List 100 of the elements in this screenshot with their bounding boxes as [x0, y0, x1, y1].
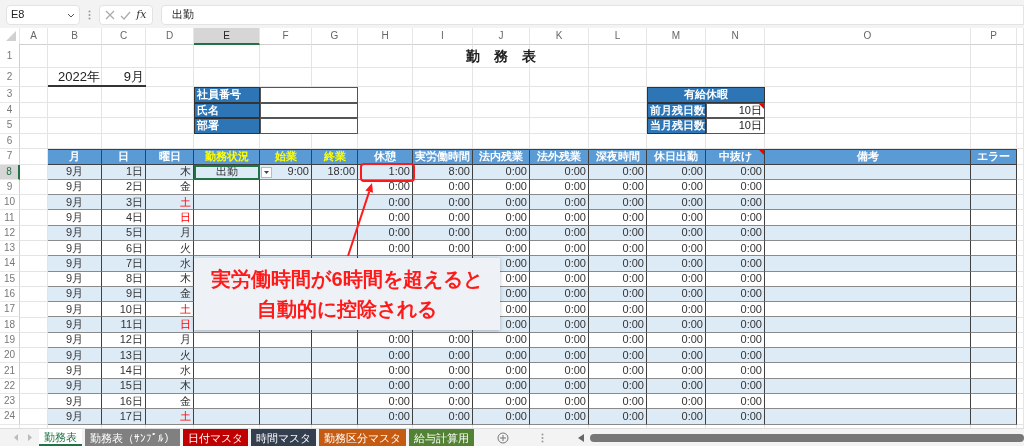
table-cell: 0:00 [706, 195, 765, 211]
table-cell: 日 [146, 317, 194, 333]
table-cell: 0:00 [530, 210, 589, 226]
scroll-right-icon[interactable] [27, 434, 32, 441]
table-cell: 0:00 [473, 210, 530, 226]
row-header[interactable]: 24 [0, 409, 20, 425]
row-header[interactable]: 2 [0, 68, 20, 87]
table-cell: 0:00 [530, 348, 589, 364]
sheet-tab[interactable]: 勤務表 [39, 429, 82, 446]
cancel-icon[interactable] [105, 10, 116, 20]
month-cell: 9月 [102, 68, 146, 87]
dropdown-button[interactable] [261, 166, 272, 178]
table-cell: 0:00 [647, 195, 706, 211]
table-cell: 土 [146, 195, 194, 211]
scroll-left-icon[interactable] [578, 433, 584, 442]
table-cell: 0:00 [530, 409, 589, 425]
table-cell: 0:00 [589, 195, 647, 211]
add-sheet-icon[interactable] [497, 431, 509, 444]
drag-handle-icon [88, 10, 91, 20]
table-cell: 0:00 [706, 363, 765, 379]
table-cell [312, 348, 358, 364]
select-all-icon[interactable] [6, 31, 16, 41]
table-cell [971, 195, 1017, 211]
table-cell: 0:00 [530, 317, 589, 333]
table-cell [312, 363, 358, 379]
table-cell: 0:00 [589, 409, 647, 425]
sheet-tab[interactable]: 時間マスタ [251, 429, 316, 446]
table-cell: 14日 [102, 363, 146, 379]
column-heading: 法内残業 [473, 149, 530, 165]
table-cell: 3日 [102, 195, 146, 211]
row-header[interactable]: 7 [0, 149, 20, 165]
table-cell: 0:00 [706, 348, 765, 364]
table-cell: 土 [146, 302, 194, 318]
table-cell: 11日 [102, 317, 146, 333]
table-cell [971, 302, 1017, 318]
check-icon[interactable] [120, 10, 132, 20]
drag-handle-icon[interactable] [541, 432, 544, 443]
table-cell: 0:00 [413, 409, 473, 425]
sheet-tab[interactable]: 勤務表（ｻﾝﾌﾟﾙ） [85, 429, 180, 446]
table-cell: 0:00 [589, 210, 647, 226]
table-cell: 水 [146, 363, 194, 379]
sheet-tab[interactable]: 給与計算用 [409, 429, 474, 446]
row-header[interactable]: 18 [0, 317, 20, 333]
table-cell: 0:00 [530, 195, 589, 211]
table-cell: 0:00 [358, 210, 413, 226]
sheet-tab[interactable]: 勤務区分マスタ [319, 429, 406, 446]
formula-field[interactable]: 出勤 [161, 5, 1024, 25]
table-cell: 0:00 [589, 302, 647, 318]
input-field[interactable] [260, 118, 358, 134]
table-cell [260, 195, 312, 211]
table-cell: 10日 [102, 302, 146, 318]
column-heading: エラー [971, 149, 1017, 165]
insert-function-button[interactable]: fx [136, 8, 147, 22]
table-cell: 0:00 [647, 363, 706, 379]
row-header[interactable]: 21 [0, 363, 20, 379]
input-field[interactable] [260, 87, 358, 103]
row-header[interactable]: 14 [0, 256, 20, 272]
table-cell: 0:00 [706, 317, 765, 333]
column-heading: 日 [102, 149, 146, 165]
table-cell: 0:00 [706, 256, 765, 272]
table-cell: 0:00 [647, 348, 706, 364]
sheet-title: 勤 務 表 [465, 46, 537, 66]
table-cell: 0:00 [473, 348, 530, 364]
table-cell: 水 [146, 256, 194, 272]
table-cell: 0:00 [647, 256, 706, 272]
table-cell: 0:00 [530, 363, 589, 379]
table-cell: 0:00 [647, 409, 706, 425]
horizontal-scrollbar[interactable] [590, 433, 1024, 442]
table-cell: 0:00 [589, 317, 647, 333]
table-cell: 9月 [48, 317, 102, 333]
table-cell: 9月 [48, 210, 102, 226]
table-cell: 9月 [48, 195, 102, 211]
field-label: 社員番号 [194, 87, 260, 103]
table-cell [971, 409, 1017, 425]
table-cell: 火 [146, 348, 194, 364]
row-header[interactable]: 20 [0, 348, 20, 364]
table-cell [971, 210, 1017, 226]
table-cell: 0:00 [413, 348, 473, 364]
row-header[interactable]: 5 [0, 118, 20, 134]
table-cell: 0:00 [358, 348, 413, 364]
row-header[interactable]: 11 [0, 210, 20, 226]
table-cell [971, 363, 1017, 379]
table-cell: 4日 [102, 210, 146, 226]
table-cell [260, 348, 312, 364]
table-cell [312, 210, 358, 226]
row-header[interactable]: 1 [0, 44, 20, 68]
column-heading: 月 [48, 149, 102, 165]
row-header[interactable]: 10 [0, 195, 20, 211]
table-cell [312, 409, 358, 425]
table-cell: 日 [146, 210, 194, 226]
table-cell: 0:00 [706, 302, 765, 318]
table-cell [971, 317, 1017, 333]
row-header[interactable]: 17 [0, 302, 20, 318]
table-cell: 0:00 [647, 302, 706, 318]
table-cell: 9月 [48, 302, 102, 318]
column-header[interactable]: E [194, 28, 260, 45]
table-cell: 9月 [48, 348, 102, 364]
name-box[interactable]: E8 [6, 5, 80, 25]
sheet-tab[interactable]: 日付マスタ [183, 429, 248, 446]
row-header[interactable]: 3 [0, 87, 20, 103]
